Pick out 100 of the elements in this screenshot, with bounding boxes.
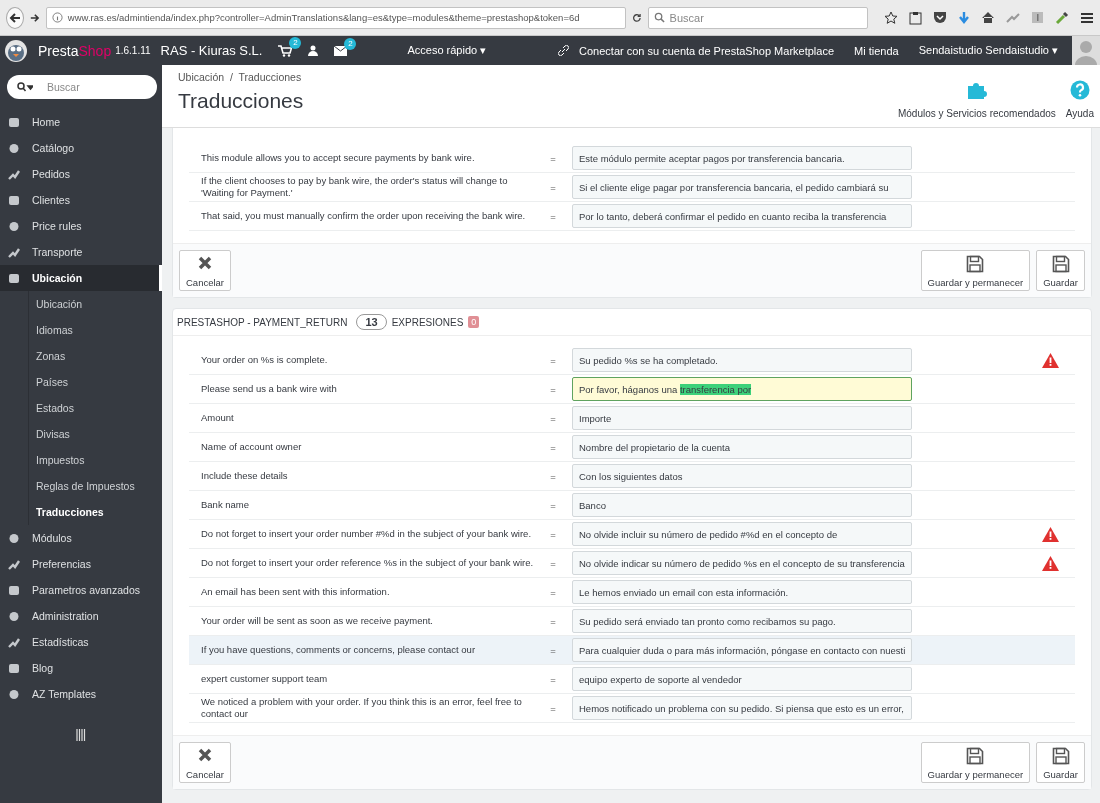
source-text: Your order on %s is complete.: [200, 354, 329, 366]
forward-arrow-icon[interactable]: [30, 11, 40, 24]
sidebar-item[interactable]: Catálogo: [0, 135, 162, 161]
source-text: If you have questions, comments or concerns, please contact our: [200, 644, 477, 656]
sidebar-item[interactable]: Administration: [0, 603, 162, 629]
translation-field[interactable]: Su pedido será enviado tan pronto como recibamos su pago.: [572, 609, 912, 633]
translation-field[interactable]: Con los siguientes datos: [572, 464, 912, 488]
pocket-icon[interactable]: [933, 11, 947, 24]
circle-icon: [8, 142, 20, 154]
submenu-item[interactable]: Idiomas: [29, 317, 162, 343]
reload-icon[interactable]: [631, 11, 642, 24]
submenu-item[interactable]: Estados: [29, 395, 162, 421]
shop-name[interactable]: RAS - Kiuras S.L.: [160, 43, 263, 58]
sidebar-item[interactable]: Clientes: [0, 187, 162, 213]
my-shop-link[interactable]: Mi tienda: [854, 44, 899, 57]
translation-field[interactable]: Banco: [572, 493, 912, 517]
user-menu[interactable]: Sendaistudio Sendaistudio ▾: [918, 44, 1058, 57]
sidebar-search-field[interactable]: Buscar: [7, 75, 157, 99]
chart-icon: [8, 636, 20, 648]
sidebar-item[interactable]: Pedidos: [0, 161, 162, 187]
person-icon[interactable]: [308, 45, 319, 56]
square-icon: [8, 116, 20, 128]
source-text: Please send us a bank wire with: [200, 383, 338, 395]
sidebar-item[interactable]: Price rules: [0, 213, 162, 239]
mail-icon[interactable]: [334, 45, 348, 56]
translation-field[interactable]: equipo experto de soporte al vendedor: [572, 667, 912, 691]
cart-icon[interactable]: [278, 44, 293, 57]
sidebar-item[interactable]: Parametros avanzados: [0, 577, 162, 603]
sidebar-item[interactable]: Módulos: [0, 525, 162, 551]
sidebar-item[interactable]: Estadísticas: [0, 629, 162, 655]
back-button[interactable]: [6, 6, 25, 29]
clipboard-icon[interactable]: [909, 10, 922, 25]
equals-sign: =: [549, 383, 557, 395]
translation-field[interactable]: Su pedido %s se ha completado.: [572, 348, 912, 372]
source-text: Amount: [200, 412, 235, 424]
missing-badge: 0: [468, 316, 480, 328]
logo-icon[interactable]: [4, 38, 28, 63]
sidebar-item[interactable]: Blog: [0, 655, 162, 681]
save-and-stay-button[interactable]: Guardar y permanecer: [920, 742, 1031, 783]
help-icon: [1069, 80, 1090, 100]
sidebar-item[interactable]: Transporte: [0, 239, 162, 265]
chart-icon: [8, 558, 20, 570]
submenu-item[interactable]: Impuestos: [29, 447, 162, 473]
source-text: Do not forget to insert your order number #%d in the subject of your bank wire.: [200, 528, 533, 540]
cancel-button[interactable]: Cancelar: [179, 742, 232, 783]
translation-field[interactable]: Nombre del propietario de la cuenta: [572, 435, 912, 459]
translation-field[interactable]: No olvide incluir su número de pedido #%d en el concepto de: [572, 522, 912, 546]
submenu-item[interactable]: Zonas: [29, 343, 162, 369]
equals-sign: =: [549, 499, 557, 511]
source-text: Your order will be sent as soon as we receive payment.: [200, 615, 434, 627]
sidebar-item[interactable]: Home: [0, 109, 162, 135]
sidebar-item[interactable]: Preferencias: [0, 551, 162, 577]
submenu-item[interactable]: Divisas: [29, 421, 162, 447]
translation-field[interactable]: Le hemos enviado un email con esta información.: [572, 580, 912, 604]
translation-field[interactable]: Si el cliente elige pagar por transferencia bancaria, el pedido cambiará su: [572, 175, 912, 199]
count-label: EXPRESIONES: [391, 316, 464, 328]
save-button[interactable]: Guardar: [1036, 742, 1085, 783]
equals-sign: =: [549, 181, 557, 193]
submenu-item[interactable]: Traducciones: [29, 499, 162, 525]
sidebar-item[interactable]: Ubicación: [0, 265, 162, 291]
star-icon[interactable]: [884, 10, 898, 25]
equals-sign: =: [549, 586, 557, 598]
submenu-item[interactable]: Países: [29, 369, 162, 395]
sidebar-item[interactable]: AZ Templates: [0, 681, 162, 707]
equals-sign: =: [549, 354, 557, 366]
marketplace-link[interactable]: Conectar con su cuenta de PrestaShop Marketplace: [579, 44, 835, 57]
eyedropper-icon[interactable]: [1055, 10, 1069, 25]
equals-sign: =: [549, 557, 557, 569]
download-icon[interactable]: [958, 10, 970, 25]
info-icon: [51, 12, 63, 23]
chart-icon: [8, 246, 20, 258]
square-icon: [8, 272, 20, 284]
collapse-icon[interactable]: [76, 729, 86, 741]
translation-field[interactable]: Por lo tanto, deberá confirmar el pedido en cuanto reciba la transferencia: [572, 204, 912, 228]
menu-icon[interactable]: [1080, 11, 1094, 24]
search-icon: [653, 12, 665, 23]
modules-button[interactable]: Módulos y Servicios recomendados: [897, 78, 1056, 119]
translation-field[interactable]: Por favor, háganos una transferencia por: [572, 377, 912, 401]
source-text: That said, you must manually confirm the order upon receiving the bank wire.: [200, 210, 527, 222]
translation-field[interactable]: Importe: [572, 406, 912, 430]
circle-icon: [8, 610, 20, 622]
translation-field[interactable]: No olvide indicar su número de pedido %s en el concepto de su transferencia: [572, 551, 912, 575]
save-button[interactable]: Guardar: [1036, 250, 1085, 291]
translation-field[interactable]: Hemos notificado un problema con su pedido. Si piensa que esto es un error,: [572, 696, 912, 720]
home-icon[interactable]: [981, 11, 995, 24]
source-text: If the client chooses to pay by bank wire, the order's status will change to 'Waiting for Payment.': [200, 175, 509, 199]
translation-field[interactable]: Este módulo permite aceptar pagos por transferencia bancaria.: [572, 146, 912, 170]
save-and-stay-button[interactable]: Guardar y permanecer: [920, 250, 1031, 291]
circle-icon: [8, 220, 20, 232]
quick-access-menu[interactable]: Acceso rápido ▾: [407, 44, 487, 57]
help-button[interactable]: Ayuda: [1065, 80, 1094, 119]
square-icon: [8, 662, 20, 674]
source-text: Do not forget to insert your order reference %s in the subject of your bank wire.: [200, 557, 534, 569]
browser-search-field[interactable]: Buscar: [647, 6, 868, 29]
translation-field[interactable]: Para cualquier duda o para más información, póngase en contacto con nuesti: [572, 638, 912, 662]
submenu-item[interactable]: Reglas de Impuestos: [29, 473, 162, 499]
cancel-button[interactable]: Cancelar: [179, 250, 232, 291]
page-title: Traducciones: [178, 89, 304, 113]
submenu-item[interactable]: Ubicación: [29, 291, 162, 317]
address-field[interactable]: www.ras.es/admintienda/index.php?controller=AdminTranslations&lang=es&type=modules&theme=prestashop&token=6d: [45, 6, 626, 29]
